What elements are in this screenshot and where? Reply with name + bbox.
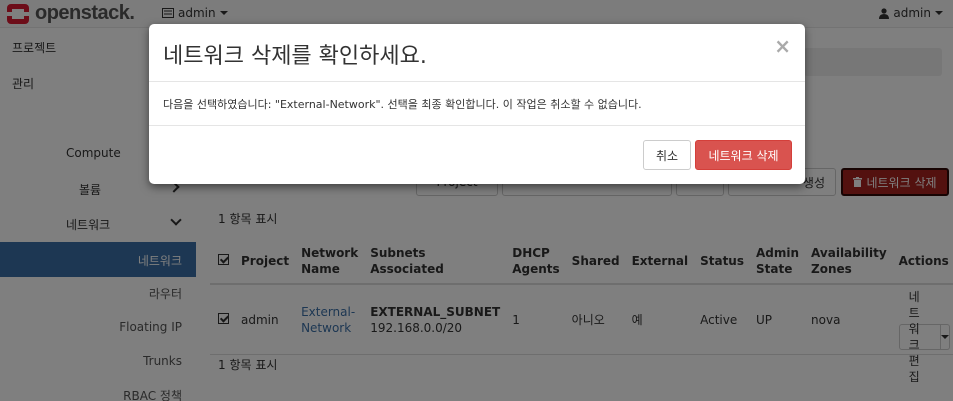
cancel-button[interactable]: 취소: [643, 140, 691, 170]
modal-title: 네트워크 삭제를 확인하세요.: [163, 44, 427, 69]
modal-body: 다음을 선택하였습니다: "External-Network". 선택을 최종 …: [149, 82, 805, 126]
modal-message: 다음을 선택하였습니다: "External-Network". 선택을 최종 …: [163, 98, 642, 111]
modal-footer: 취소 네트워크 삭제: [149, 126, 805, 184]
confirm-delete-button[interactable]: 네트워크 삭제: [695, 140, 792, 170]
delete-confirm-modal: 네트워크 삭제를 확인하세요. × 다음을 선택하였습니다: "External…: [149, 24, 805, 184]
close-icon[interactable]: ×: [774, 34, 791, 58]
modal-header: 네트워크 삭제를 확인하세요. ×: [149, 24, 805, 82]
